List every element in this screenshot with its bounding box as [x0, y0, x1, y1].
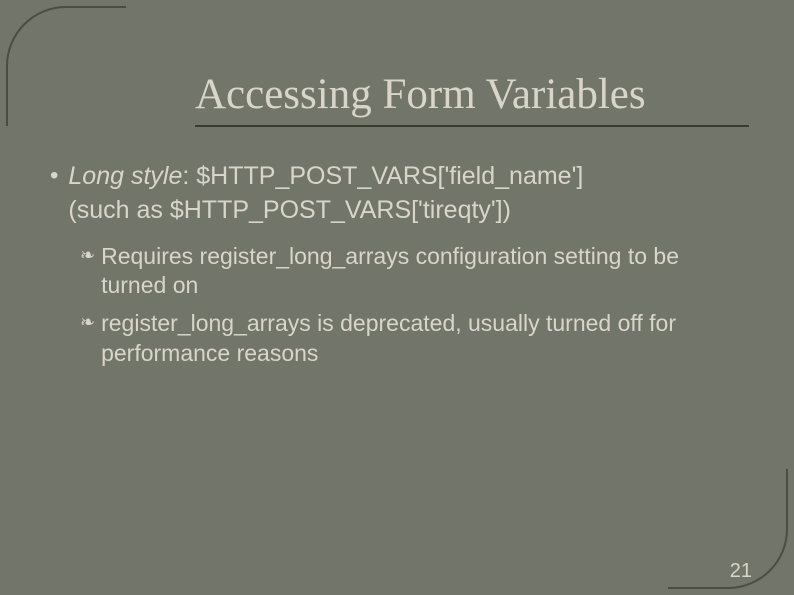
sub-bullet: ❧ register_long_arrays is deprecated, us… — [80, 309, 749, 369]
code-1: $HTTP_POST_VARS['field_name'] — [196, 162, 583, 190]
flourish-icon: ❧ — [80, 245, 95, 266]
sub-bullet: ❧ Requires register_long_arrays configur… — [80, 242, 749, 302]
sub-bullet-list: ❧ Requires register_long_arrays configur… — [80, 242, 749, 370]
main-bullet-text: Long style: $HTTP_POST_VARS['field_name'… — [68, 160, 583, 228]
main-bullet: • Long style: $HTTP_POST_VARS['field_nam… — [50, 160, 749, 228]
sub-bullet-text: Requires register_long_arrays configurat… — [101, 242, 749, 302]
paren-close: ) — [503, 196, 511, 224]
slide-title: Accessing Form Variables — [195, 70, 749, 127]
code-2: $HTTP_POST_VARS['tireqty'] — [170, 196, 503, 224]
lead-italic: Long style — [68, 162, 182, 190]
slide-content: • Long style: $HTTP_POST_VARS['field_nam… — [50, 160, 749, 377]
corner-decoration-br — [668, 469, 788, 589]
corner-decoration-tl — [6, 6, 126, 126]
bullet-dot-icon: • — [50, 162, 58, 190]
paren-open: (such as — [68, 196, 169, 224]
sub-bullet-text: register_long_arrays is deprecated, usua… — [101, 309, 749, 369]
flourish-icon: ❧ — [80, 312, 95, 333]
page-number: 21 — [730, 560, 752, 583]
